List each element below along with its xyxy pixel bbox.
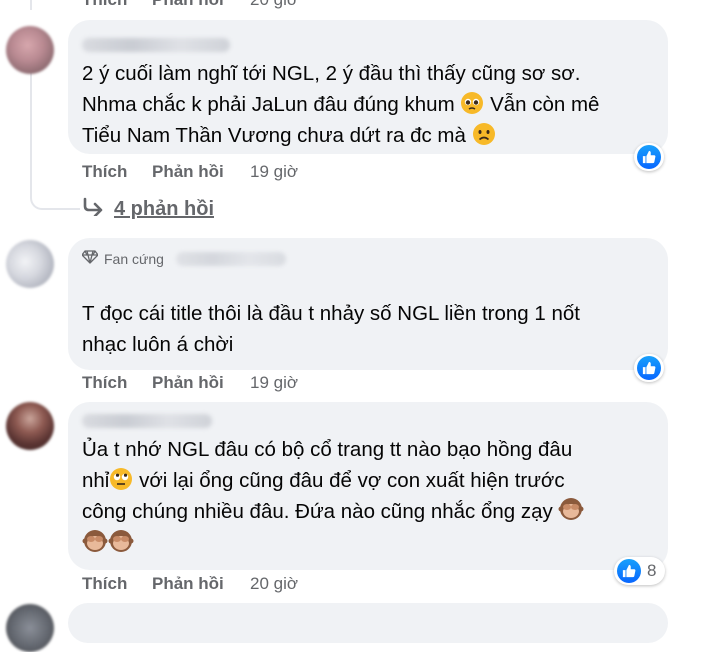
reaction-summary[interactable]	[634, 354, 664, 382]
avatar[interactable]	[6, 402, 54, 450]
comment-line	[82, 528, 134, 563]
comment-actions: Thích Phản hồi 19 giờ	[82, 373, 298, 393]
commenter-name-blurred[interactable]	[82, 38, 230, 52]
comment-bubble: Ủa t nhớ NGL đâu có bộ cổ trang tt nào b…	[68, 402, 668, 570]
badge-label: Fan cứng	[104, 250, 164, 267]
reply-link[interactable]: Phản hồi	[152, 574, 250, 594]
comment-text: công chúng nhiều đâu. Đứa nào cũng nhắc …	[82, 500, 553, 523]
like-link[interactable]: Thích	[82, 162, 152, 182]
comment-line: 2 ý cuối làm nghĩ tới NGL, 2 ý đầu thì t…	[82, 62, 581, 85]
view-replies-link[interactable]: 4 phản hồi	[82, 196, 214, 222]
comment-bubble	[68, 603, 668, 643]
top-comment-actions: Thích Phản hồi 20 giờ	[82, 0, 298, 10]
comment-actions: Thích Phản hồi 19 giờ	[82, 162, 298, 182]
commenter-name-blurred[interactable]	[82, 414, 212, 428]
view-replies-label[interactable]: 4 phản hồi	[114, 198, 214, 221]
avatar[interactable]	[6, 26, 54, 74]
timestamp[interactable]: 20 giờ	[250, 0, 298, 10]
thumbs-up-icon	[617, 559, 641, 583]
comment-text: với lại ổng cũng đâu để vợ con xuất hiện…	[139, 469, 565, 492]
comment-bubble: 2 ý cuối làm nghĩ tới NGL, 2 ý đầu thì t…	[68, 20, 668, 154]
see-no-evil-monkey-emoji	[82, 528, 108, 563]
reaction-summary[interactable]: 8	[614, 557, 666, 585]
thread-connector-top	[30, 0, 32, 10]
fan-badge[interactable]: Fan cứng	[81, 250, 164, 267]
see-no-evil-monkey-emoji	[558, 496, 584, 531]
commenter-name-blurred[interactable]	[176, 252, 286, 266]
thumbs-up-icon	[637, 356, 661, 380]
comment-text: Nhma chắc k phải JaLun đâu đúng khum	[82, 93, 455, 116]
avatar[interactable]	[6, 240, 54, 288]
reply-link[interactable]: Phản hồi	[152, 0, 250, 10]
reply-arrow-icon	[82, 196, 104, 222]
timestamp[interactable]: 20 giờ	[250, 574, 298, 594]
timestamp[interactable]: 19 giờ	[250, 373, 298, 393]
comment-line: Nhma chắc k phải JaLun đâu đúng khum Vẫn…	[82, 89, 599, 124]
timestamp[interactable]: 19 giờ	[250, 162, 298, 182]
comment-line: T đọc cái title thôi là đầu t nhảy số NG…	[82, 302, 580, 325]
comment-text: nhỉ	[82, 469, 110, 492]
reaction-count: 8	[647, 561, 657, 580]
like-link[interactable]: Thích	[82, 0, 152, 10]
comment-line: Ủa t nhớ NGL đâu có bộ cổ trang tt nào b…	[82, 438, 573, 461]
comment-actions: Thích Phản hồi 20 giờ	[82, 574, 298, 594]
comment-line: Tiểu Nam Thần Vương chưa dứt ra đc mà	[82, 120, 496, 155]
like-link[interactable]: Thích	[82, 574, 152, 594]
comment-text: Tiểu Nam Thần Vương chưa dứt ra đc mà	[82, 124, 466, 147]
comment-text: Vẫn còn mê	[490, 93, 600, 116]
comment-line: công chúng nhiều đâu. Đứa nào cũng nhắc …	[82, 496, 584, 531]
avatar[interactable]	[6, 604, 54, 652]
diamond-icon	[81, 250, 99, 267]
comment-bubble: Fan cứng T đọc cái title thôi là đầu t n…	[68, 238, 668, 370]
reply-link[interactable]: Phản hồi	[152, 162, 250, 182]
comment-line: nhỉ với lại ổng cũng đâu để vợ con xuất …	[82, 465, 565, 500]
frowning-face-emoji	[472, 122, 496, 155]
thumbs-up-icon	[637, 145, 661, 169]
comment-line: nhạc luôn á chời	[82, 333, 234, 356]
like-link[interactable]: Thích	[82, 373, 152, 393]
reaction-summary[interactable]	[634, 143, 664, 171]
reply-link[interactable]: Phản hồi	[152, 373, 250, 393]
see-no-evil-monkey-emoji	[108, 528, 134, 563]
